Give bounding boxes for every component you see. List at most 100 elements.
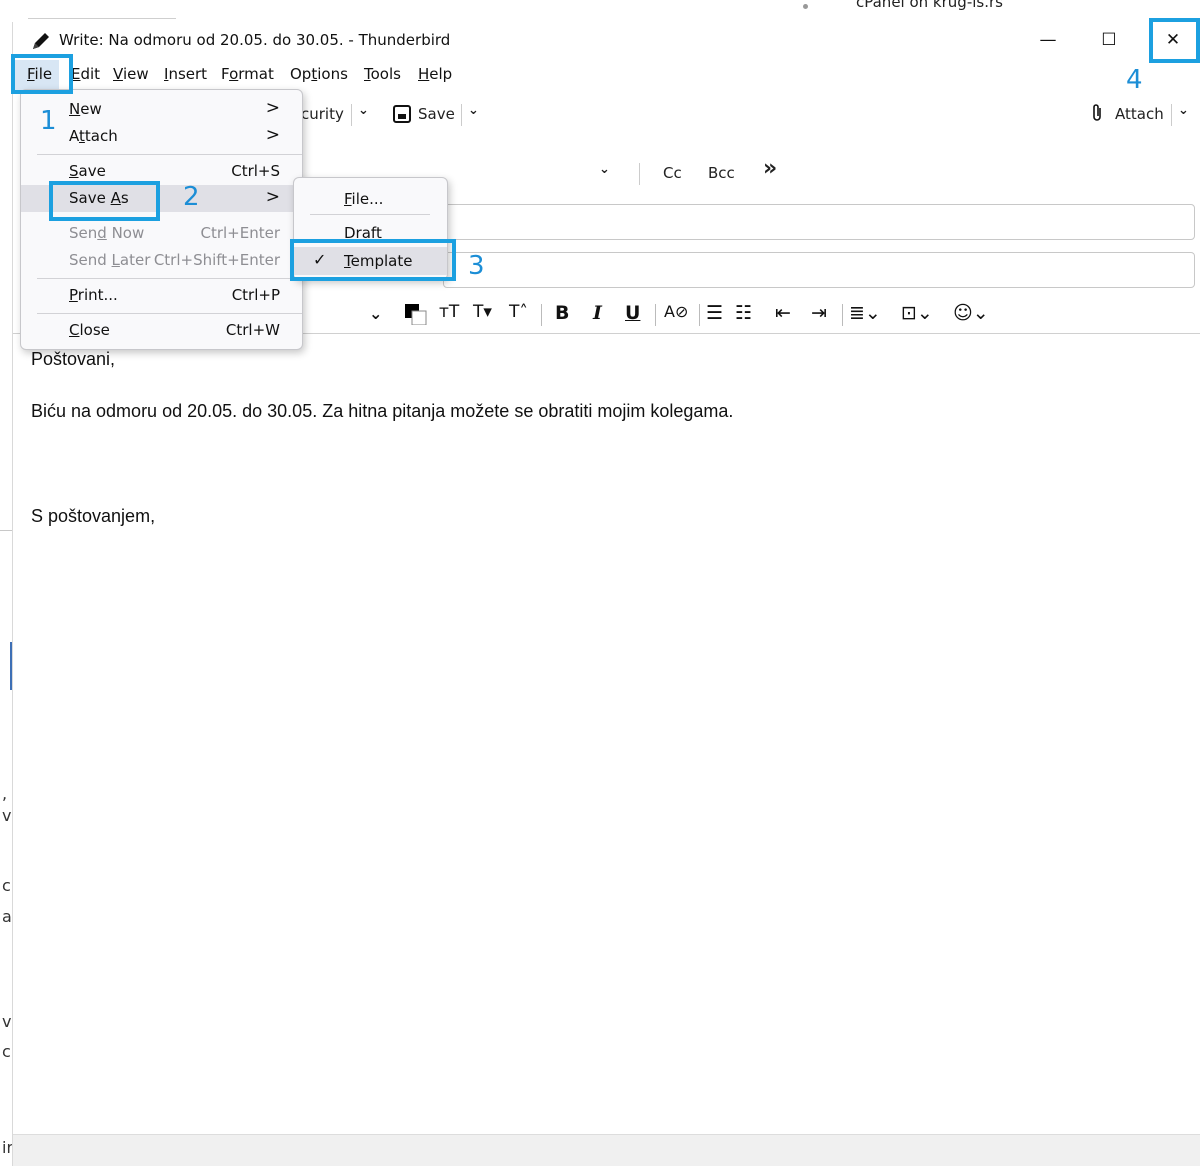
menu-view-label: iew	[122, 65, 149, 83]
numbered-list-icon[interactable]: ☷	[735, 302, 752, 324]
body-greeting: Poštovani,	[31, 349, 116, 369]
background-text: v	[2, 1012, 12, 1031]
menu-tools-accesskey: T	[364, 65, 371, 83]
menu-help-accesskey: H	[418, 65, 430, 83]
file-menu-item-close[interactable]: Close Ctrl+W	[21, 317, 302, 344]
underline-icon[interactable]: U	[625, 302, 640, 324]
menu-format[interactable]: Format	[221, 65, 274, 83]
menu-item-shortcut: Ctrl+P	[231, 286, 280, 304]
submenu-item-file[interactable]: File...	[294, 185, 447, 213]
menu-view[interactable]: View	[113, 65, 149, 83]
from-dropdown-icon[interactable]: ⌄	[599, 162, 610, 177]
menu-format-label: rmat	[238, 65, 274, 83]
format-separator	[541, 304, 542, 326]
file-menu-item-print[interactable]: Print... Ctrl+P	[21, 282, 302, 309]
file-menu-item-attach[interactable]: Attach >	[21, 123, 302, 150]
cc-button[interactable]: Cc	[663, 164, 682, 182]
maximize-icon: ☐	[1101, 30, 1117, 50]
menu-item-label: New	[69, 100, 102, 118]
clear-format-icon[interactable]: A⊘	[664, 302, 688, 321]
save-dropdown-icon[interactable]: ⌄	[468, 103, 479, 118]
toolbar-separator	[461, 104, 462, 126]
italic-icon[interactable]: I	[593, 302, 602, 324]
submenu-item-label: File...	[344, 190, 384, 208]
minimize-button[interactable]: —	[1018, 22, 1078, 58]
subject-field[interactable]	[443, 252, 1195, 288]
title-bar[interactable]: Write: Na odmoru od 20.05. do 30.05. - T…	[13, 22, 1200, 60]
text-color-icon[interactable]	[404, 303, 430, 329]
menu-item-label: Send Now	[69, 224, 145, 242]
pen-icon	[31, 31, 51, 51]
toolbar-separator	[351, 104, 352, 126]
annotation-box-file-menu	[11, 54, 73, 94]
menu-options-label: ions	[317, 65, 348, 83]
menu-edit-label: dit	[80, 65, 101, 83]
font-dropdown-icon[interactable]: ⌄	[369, 304, 382, 323]
window-title: Write: Na odmoru od 20.05. do 30.05. - T…	[59, 31, 451, 49]
attach-button[interactable]: Attach	[1115, 105, 1164, 123]
font-size-smaller-icon[interactable]: ᴛT	[439, 302, 459, 322]
annotation-number: 1	[40, 106, 57, 136]
annotation-box-save-as	[49, 181, 160, 221]
file-menu-item-send-now[interactable]: Send Now Ctrl+Enter	[21, 220, 302, 247]
menu-item-label: Close	[69, 321, 110, 339]
annotation-box-close	[1149, 18, 1200, 63]
insert-image-icon[interactable]: ⊡⌄	[901, 302, 933, 324]
menu-item-shortcut: Ctrl+Enter	[200, 224, 280, 242]
attach-dropdown-icon[interactable]: ⌄	[1178, 103, 1189, 118]
menu-help[interactable]: Help	[418, 65, 452, 83]
align-dropdown-icon[interactable]: ≣⌄	[849, 302, 881, 324]
save-button[interactable]: Save	[418, 105, 455, 123]
background-window: cPanel on krug-is.rs	[0, 0, 1200, 22]
save-icon	[393, 105, 411, 127]
status-bar	[13, 1134, 1200, 1166]
menu-item-label: Attach	[69, 127, 118, 145]
menu-separator	[37, 154, 302, 155]
menu-item-shortcut: Ctrl+Shift+Enter	[153, 251, 280, 269]
annotation-number: 2	[183, 182, 200, 212]
to-field[interactable]	[443, 204, 1195, 240]
body-text: Biću na odmoru od 20.05. do 30.05. Za hi…	[31, 401, 734, 421]
background-text: c	[2, 876, 11, 895]
file-menu-item-new[interactable]: New >	[21, 96, 302, 123]
bcc-button[interactable]: Bcc	[708, 164, 735, 182]
background-window-edge: , v c a v c ir	[0, 22, 13, 1166]
menu-insert[interactable]: Insert	[164, 65, 207, 83]
menu-insert-label: nsert	[168, 65, 208, 83]
font-size-larger-icon[interactable]: T˄	[509, 302, 528, 322]
format-separator	[655, 304, 656, 326]
background-text: ,	[2, 784, 8, 803]
menu-tools-label: ools	[370, 65, 401, 83]
menu-tools[interactable]: Tools	[364, 65, 401, 83]
security-button-label[interactable]: curity	[301, 105, 344, 123]
menu-separator	[37, 278, 302, 279]
background-divider	[0, 530, 12, 531]
menu-view-accesskey: V	[113, 65, 123, 83]
menu-options[interactable]: Options	[290, 65, 348, 83]
outdent-icon[interactable]: ⇤	[775, 302, 791, 324]
menu-item-label: Save	[69, 162, 106, 180]
security-dropdown-icon[interactable]: ⌄	[358, 103, 369, 118]
chevron-right-icon: >	[265, 125, 280, 145]
message-body[interactable]: Poštovani, Biću na odmoru od 20.05. do 3…	[13, 335, 1200, 1135]
background-text: a	[2, 907, 12, 926]
toolbar-separator	[1171, 104, 1172, 126]
background-dot	[803, 4, 808, 9]
annotation-number: 3	[468, 251, 485, 281]
font-size-small-icon[interactable]: T▾	[473, 302, 492, 322]
minimize-icon: —	[1039, 30, 1057, 50]
emoji-icon[interactable]: ☺⌄	[953, 302, 989, 324]
bold-icon[interactable]: B	[555, 302, 569, 324]
bullet-list-icon[interactable]: ☰	[706, 302, 723, 324]
maximize-button[interactable]: ☐	[1079, 22, 1139, 58]
menu-item-shortcut: Ctrl+W	[225, 321, 280, 339]
more-fields-button[interactable]: »	[763, 156, 777, 181]
menu-edit[interactable]: Edit	[71, 65, 100, 83]
background-window-title: cPanel on krug-is.rs	[856, 0, 1003, 11]
file-menu-item-send-later[interactable]: Send Later Ctrl+Shift+Enter	[21, 247, 302, 274]
annotation-number: 4	[1126, 65, 1143, 95]
menu-bar: File Edit View Insert Format Options Too…	[13, 60, 1200, 90]
background-text: c	[2, 1042, 11, 1061]
format-separator	[842, 304, 843, 326]
indent-icon[interactable]: ⇥	[811, 302, 827, 324]
